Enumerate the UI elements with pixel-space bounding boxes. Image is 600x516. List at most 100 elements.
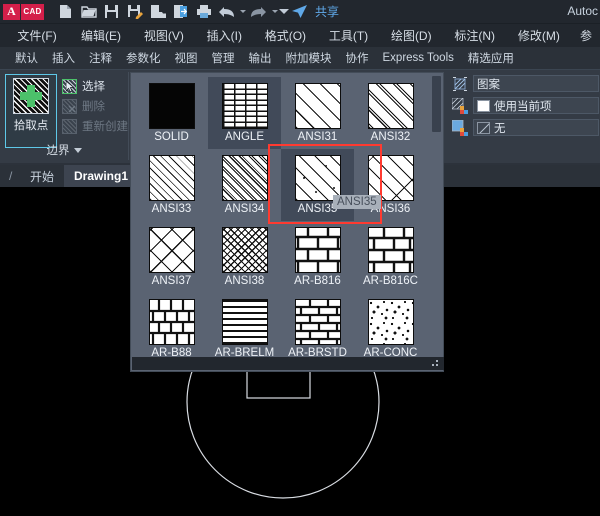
swatch-ansi37 (149, 227, 195, 273)
save-icon[interactable] (100, 1, 123, 23)
no-color-swatch (477, 122, 490, 134)
hatch-pattern-label: AR-B816 (294, 275, 341, 287)
cad-badge-icon: CAD (21, 4, 44, 20)
menu-view[interactable]: 视图(V) (136, 24, 192, 47)
boundary-panel-chevron-down-icon[interactable] (74, 148, 82, 153)
hatch-pattern-label: ANSI37 (152, 275, 192, 287)
save-as-icon[interactable] (123, 1, 146, 23)
palette-scrollbar[interactable] (432, 76, 441, 358)
hatch-type-value: 图案 (477, 76, 500, 92)
hatch-color-row[interactable]: 使用当前项 (452, 97, 599, 114)
ribbon-tab-insert[interactable]: 插入 (45, 47, 82, 70)
hatch-pattern-item-angle[interactable]: ANGLE (208, 77, 281, 149)
boundary-panel-label: 边界 (47, 142, 70, 158)
hatch-pattern-item-ansi31[interactable]: ANSI31 (281, 77, 354, 149)
delete-boundary-button[interactable]: 删除 (62, 98, 105, 114)
swatch-solid (149, 83, 195, 129)
delete-boundary-icon (62, 99, 77, 114)
swatch-ar-brstd (295, 299, 341, 345)
menu-file[interactable]: 文件(F) (9, 24, 64, 47)
hatch-pattern-item-ansi34[interactable]: ANSI34 (208, 149, 281, 221)
swatch-ansi31 (295, 83, 341, 129)
hatch-pattern-item-ansi32[interactable]: ANSI32 (354, 77, 427, 149)
hatch-color-field[interactable]: 使用当前项 (473, 97, 599, 114)
menu-edit[interactable]: 编辑(E) (73, 24, 129, 47)
hatch-pattern-item-ansi35[interactable]: ANSI35 (281, 149, 354, 221)
swatch-ansi33 (149, 155, 195, 201)
tab-separator-icon: / (9, 169, 12, 183)
autocad-window: A CAD (0, 0, 600, 516)
new-file-icon[interactable] (54, 1, 77, 23)
menu-draw[interactable]: 绘图(D) (383, 24, 440, 47)
publish-icon[interactable] (169, 1, 192, 23)
ribbon-tab-collaborate[interactable]: 协作 (339, 47, 376, 70)
hatch-pattern-item-ansi38[interactable]: ANSI38 (208, 221, 281, 293)
hatch-pattern-label: ANSI38 (225, 275, 265, 287)
palette-scrollbar-thumb[interactable] (432, 76, 441, 132)
tab-drawing1[interactable]: Drawing1 (64, 165, 138, 187)
swatch-ansi38 (222, 227, 268, 273)
ribbon-tab-view[interactable]: 视图 (168, 47, 205, 70)
hatch-pattern-label: ANSI35 (298, 203, 338, 215)
hatch-background-color-icon (452, 120, 468, 136)
redo-icon[interactable] (247, 1, 270, 23)
hatch-pattern-item-ar-brelm[interactable]: AR-BRELM (208, 293, 281, 365)
recreate-boundary-button[interactable]: 重新创建 (62, 118, 128, 134)
select-boundary-label: 选择 (82, 78, 105, 94)
share-label[interactable]: 共享 (315, 3, 339, 20)
pick-points-button[interactable]: 拾取点 (5, 74, 57, 148)
ribbon-tab-featured-apps[interactable]: 精选应用 (461, 47, 521, 70)
hatch-pattern-item-ansi33[interactable]: ANSI33 (135, 149, 208, 221)
palette-footer (132, 357, 444, 370)
hatch-background-row[interactable]: 无 (452, 119, 599, 136)
swatch-ar-b816 (295, 227, 341, 273)
hatch-pattern-item-ansi37[interactable]: ANSI37 (135, 221, 208, 293)
ribbon-tab-default[interactable]: 默认 (8, 47, 45, 70)
swatch-ansi32 (368, 83, 414, 129)
hatch-pattern-item-ar-conc[interactable]: AR-CONC (354, 293, 427, 365)
share-icon[interactable] (288, 1, 311, 23)
title-bar: A CAD (0, 0, 600, 24)
ribbon-tab-parametric[interactable]: 参数化 (119, 47, 168, 70)
undo-icon[interactable] (215, 1, 238, 23)
open-file-icon[interactable] (77, 1, 100, 23)
hatch-pattern-label: SOLID (154, 131, 189, 143)
ribbon-tab-manage[interactable]: 管理 (205, 47, 242, 70)
hatch-pattern-item-ansi36[interactable]: ANSI36 (354, 149, 427, 221)
hatch-pattern-item-ar-b88[interactable]: AR-B88 (135, 293, 208, 365)
palette-resize-grip-icon[interactable] (432, 360, 440, 367)
boundary-panel-title[interactable]: 边界 (0, 140, 128, 160)
print-icon[interactable] (192, 1, 215, 23)
menu-modify[interactable]: 修改(M) (510, 24, 568, 47)
ribbon-tab-bar: 默认 插入 注释 参数化 视图 管理 输出 附加模块 协作 Express To… (0, 47, 600, 70)
customize-qat-icon[interactable] (279, 1, 288, 23)
menu-dimension[interactable]: 标注(N) (446, 24, 503, 47)
hatch-pattern-item-ar-b816c[interactable]: AR-B816C (354, 221, 427, 293)
hatch-pattern-tooltip: ANSI35 (333, 195, 381, 209)
undo-dropdown-icon[interactable] (238, 1, 247, 23)
swatch-ar-conc (368, 299, 414, 345)
menu-parametric[interactable]: 参 (572, 24, 600, 47)
hatch-color-icon (452, 98, 468, 114)
ribbon-tab-annotate[interactable]: 注释 (82, 47, 119, 70)
tab-start[interactable]: 开始 (20, 165, 64, 187)
menu-insert[interactable]: 插入(I) (199, 24, 250, 47)
hatch-pattern-item-ar-brstd[interactable]: AR-BRSTD (281, 293, 354, 365)
menu-format[interactable]: 格式(O) (257, 24, 314, 47)
hatch-pattern-label: ANGLE (225, 131, 264, 143)
hatch-pattern-item-solid[interactable]: SOLID (135, 77, 208, 149)
hatch-background-field[interactable]: 无 (473, 119, 599, 136)
ribbon-tab-addins[interactable]: 附加模块 (279, 47, 339, 70)
export-icon[interactable] (146, 1, 169, 23)
hatch-pattern-item-ar-b816[interactable]: AR-B816 (281, 221, 354, 293)
quick-access-toolbar: 共享 (54, 1, 339, 23)
hatch-type-row[interactable]: 图案 (452, 75, 599, 92)
pick-points-label: 拾取点 (14, 117, 49, 133)
select-boundary-button[interactable]: 选择 (62, 78, 105, 94)
menu-tools[interactable]: 工具(T) (321, 24, 376, 47)
ribbon-tab-express-tools[interactable]: Express Tools (376, 47, 461, 70)
hatch-type-field[interactable]: 图案 (473, 75, 599, 92)
hatch-pattern-icon (452, 76, 468, 92)
hatch-pattern-palette[interactable]: SOLID ANGLE ANSI31 ANSI32 ANSI33 ANSI34 (130, 72, 444, 372)
ribbon-tab-output[interactable]: 输出 (242, 47, 279, 70)
